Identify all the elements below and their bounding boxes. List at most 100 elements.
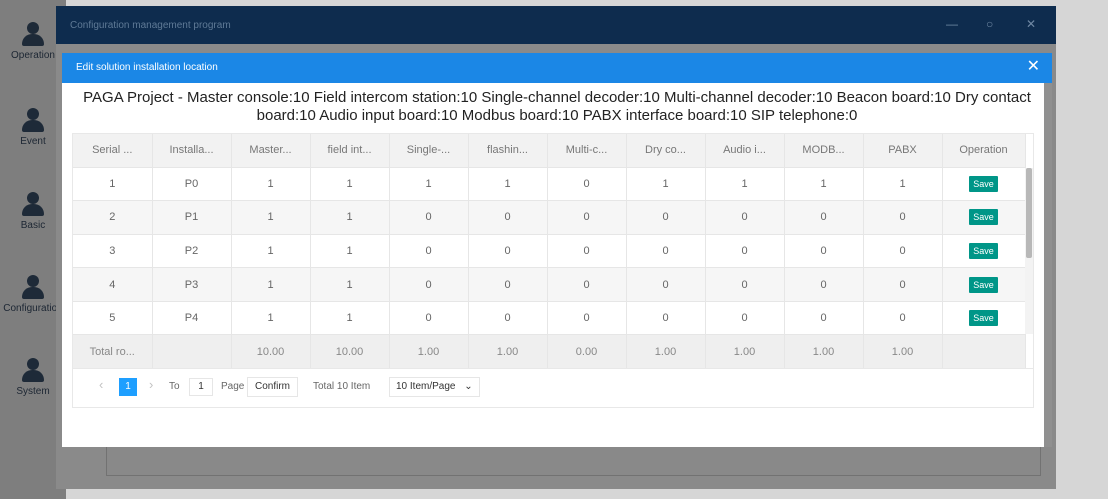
scroll-thumb[interactable] <box>1026 168 1032 258</box>
table-cell: 0 <box>389 200 469 235</box>
edit-location-dialog: Edit solution installation location ✕ PA… <box>62 53 1052 447</box>
pagination: ‹ 1 › To 1 Page Confirm Total 10 Item 10… <box>72 369 1034 408</box>
page-size-select[interactable]: 10 Item/Page ⌄ <box>389 377 480 397</box>
column-header[interactable]: Installa... <box>152 134 232 168</box>
total-cell: 1.00 <box>389 334 469 368</box>
table-cell: 0 <box>863 267 943 302</box>
operation-cell: Save <box>942 301 1026 336</box>
table-cell: 0 <box>705 267 785 302</box>
table-cell: 1 <box>310 301 390 336</box>
table-cell: 1 <box>73 167 153 202</box>
total-cell: Total ro... <box>73 334 153 368</box>
table-cell: 1 <box>231 234 311 269</box>
minimize-button[interactable]: — <box>946 17 958 31</box>
dialog-header: Edit solution installation location ✕ <box>62 53 1052 83</box>
table-cell: 0 <box>389 301 469 336</box>
table-cell: 0 <box>626 267 706 302</box>
column-header[interactable]: MODB... <box>784 134 864 168</box>
column-header[interactable]: Multi-c... <box>547 134 627 168</box>
table-cell: 0 <box>626 301 706 336</box>
total-cell: 0.00 <box>547 334 627 368</box>
save-button[interactable]: Save <box>969 209 998 226</box>
current-page-button[interactable]: 1 <box>119 378 137 396</box>
total-items: Total 10 Item <box>313 381 371 392</box>
chevron-down-icon: ⌄ <box>464 381 473 392</box>
column-header[interactable]: Serial ... <box>73 134 153 168</box>
user-icon <box>22 275 44 299</box>
table-cell: 0 <box>389 267 469 302</box>
save-button[interactable]: Save <box>969 276 998 293</box>
total-cell: 1.00 <box>705 334 785 368</box>
table-cell: P3 <box>152 267 232 302</box>
table-cell: 5 <box>73 301 153 336</box>
column-header[interactable]: PABX <box>863 134 943 168</box>
table-cell: 0 <box>468 267 548 302</box>
user-icon <box>22 192 44 216</box>
goto-label: To <box>169 381 180 392</box>
table-cell: 0 <box>784 267 864 302</box>
table-cell: 0 <box>547 301 627 336</box>
dialog-scrollbar[interactable] <box>1044 83 1052 447</box>
table-body: 1 P0 1 1 1 1 0 1 1 1 1 Save 2 P1 1 1 0 0 0 0 0 0 0 Save 3 P2 1 1 0 0 0… <box>73 167 1026 368</box>
table-cell: 1 <box>626 167 706 202</box>
user-icon <box>22 108 44 132</box>
table-cell: 1 <box>231 267 311 302</box>
column-header[interactable]: flashin... <box>468 134 548 168</box>
table-cell: 1 <box>863 167 943 202</box>
table-cell: 0 <box>863 200 943 235</box>
total-cell <box>152 334 232 368</box>
table-cell: 0 <box>626 234 706 269</box>
table-scrollbar[interactable] <box>1025 168 1033 334</box>
page-label: Page <box>221 381 245 392</box>
table-cell: P4 <box>152 301 232 336</box>
table-cell: 1 <box>310 267 390 302</box>
maximize-button[interactable]: ○ <box>986 17 993 31</box>
table-cell: 0 <box>468 301 548 336</box>
close-icon[interactable]: ✕ <box>1027 59 1040 75</box>
dialog-title: Edit solution installation location <box>76 62 218 73</box>
table-cell: 1 <box>468 167 548 202</box>
app-title: Configuration management program <box>70 20 231 31</box>
prev-page-button[interactable]: ‹ <box>99 377 103 392</box>
total-cell <box>942 334 1026 368</box>
operation-cell: Save <box>942 200 1026 235</box>
window-close-button[interactable]: ✕ <box>1026 17 1036 31</box>
project-summary: PAGA Project - Master console:10 Field i… <box>83 89 1031 124</box>
table-row: 4 P3 1 1 0 0 0 0 0 0 0 Save <box>73 267 1026 302</box>
column-header[interactable]: Master... <box>231 134 311 168</box>
column-header[interactable]: Audio i... <box>705 134 785 168</box>
table-cell: 1 <box>310 234 390 269</box>
save-button[interactable]: Save <box>969 175 998 192</box>
total-cell: 10.00 <box>231 334 311 368</box>
operation-cell: Save <box>942 234 1026 269</box>
column-header[interactable]: Dry co... <box>626 134 706 168</box>
table-cell: 0 <box>863 301 943 336</box>
table-cell: 1 <box>705 167 785 202</box>
table-cell: P0 <box>152 167 232 202</box>
next-page-button[interactable]: › <box>149 377 153 392</box>
user-icon <box>22 358 44 382</box>
column-header[interactable]: Single-... <box>389 134 469 168</box>
total-cell: 1.00 <box>626 334 706 368</box>
total-row: Total ro... 10.00 10.00 1.00 1.00 0.00 1.00 1.0… <box>73 334 1026 368</box>
table-cell: 1 <box>231 200 311 235</box>
total-cell: 10.00 <box>310 334 390 368</box>
goto-page-input[interactable]: 1 <box>189 378 213 396</box>
operation-cell: Save <box>942 167 1026 202</box>
table-cell: 0 <box>547 167 627 202</box>
table-cell: 0 <box>705 234 785 269</box>
confirm-button[interactable]: Confirm <box>247 377 299 397</box>
total-cell: 1.00 <box>784 334 864 368</box>
save-button[interactable]: Save <box>969 310 998 327</box>
user-icon <box>22 22 44 46</box>
table-cell: 0 <box>468 234 548 269</box>
save-button[interactable]: Save <box>969 242 998 259</box>
table-cell: 2 <box>73 200 153 235</box>
table-row: 2 P1 1 1 0 0 0 0 0 0 0 Save <box>73 200 1026 235</box>
table-cell: 0 <box>784 301 864 336</box>
table-cell: 0 <box>784 234 864 269</box>
table-cell: 3 <box>73 234 153 269</box>
column-header[interactable]: field int... <box>310 134 390 168</box>
total-cell: 1.00 <box>863 334 943 368</box>
table-cell: 0 <box>389 234 469 269</box>
